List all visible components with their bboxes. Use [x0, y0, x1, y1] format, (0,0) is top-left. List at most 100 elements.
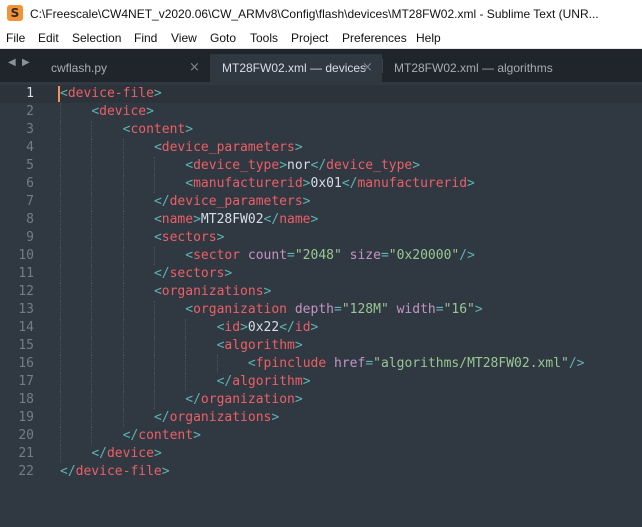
window-title: C:\Freescale\CW4NET_v2020.06\CW_ARMv8\Co…	[30, 7, 599, 21]
code-token: name	[279, 212, 311, 227]
code-line[interactable]: 6 <manufacturerid>0x01</manufacturerid>	[0, 175, 642, 193]
forward-arrow-icon[interactable]: ▶	[22, 57, 30, 68]
menu-edit[interactable]: Edit	[38, 31, 59, 45]
title-bar: S C:\Freescale\CW4NET_v2020.06\CW_ARMv8\…	[0, 0, 642, 28]
line-number: 12	[18, 284, 34, 299]
code-token: </	[153, 410, 170, 425]
code-line[interactable]: 17 </algorithm>	[0, 373, 642, 391]
line-number: 2	[26, 104, 34, 119]
indent-guide	[60, 355, 62, 373]
close-icon[interactable]: ×	[189, 60, 200, 75]
indent-guide	[91, 283, 93, 301]
indent-guide	[60, 265, 62, 283]
code-line[interactable]: 4 <device_parameters>	[0, 139, 642, 157]
code-token: algorithm	[232, 374, 303, 389]
code-line[interactable]: 11 </sectors>	[0, 265, 642, 283]
code-line[interactable]: 8 <name>MT28FW02</name>	[0, 211, 642, 229]
code-token: content	[138, 428, 194, 443]
code-token: <	[185, 176, 194, 191]
code-line[interactable]: 5 <device_type>nor</device_type>	[0, 157, 642, 175]
line-number: 6	[26, 176, 34, 191]
menu-view[interactable]: View	[171, 31, 197, 45]
menu-project[interactable]: Project	[291, 31, 328, 45]
indent-guide	[60, 175, 62, 193]
indent-guide	[153, 247, 156, 265]
indent-guide	[153, 301, 156, 319]
code-token: "128M"	[341, 302, 389, 317]
indent-guide	[122, 355, 125, 373]
code-text: <manufacturerid>0x01</manufacturerid>	[185, 175, 475, 193]
code-text: </device-file>	[60, 463, 170, 481]
code-token: >	[153, 86, 162, 101]
code-line[interactable]: 20 </content>	[0, 427, 642, 445]
tab-cwflash[interactable]: cwflash.py ×	[37, 54, 210, 82]
code-line[interactable]: 3 <content>	[0, 121, 642, 139]
indent-guide	[91, 229, 93, 247]
code-token: width	[396, 302, 436, 317]
code-line[interactable]: 15 <algorithm>	[0, 337, 642, 355]
code-line[interactable]: 21 </device>	[0, 445, 642, 463]
indent-guide	[91, 301, 93, 319]
menu-help[interactable]: Help	[416, 31, 441, 45]
code-line[interactable]: 1 <device-file>	[0, 85, 642, 103]
tab-algorithms[interactable]: MT28FW02.xml — algorithms	[382, 54, 562, 82]
indent-guide	[60, 229, 62, 247]
code-line[interactable]: 2 <device>	[0, 103, 642, 121]
code-line[interactable]: 19 </organizations>	[0, 409, 642, 427]
code-token: >	[263, 284, 272, 299]
code-token: name	[161, 212, 194, 227]
code-token: size	[349, 248, 381, 263]
code-line[interactable]: 22 </device-file>	[0, 463, 642, 481]
code-token: organization	[200, 392, 295, 407]
code-editor[interactable]: 1 <device-file> 2 <device> 3 <content> 4 <devic…	[0, 82, 642, 527]
indent-guide	[122, 193, 125, 211]
indent-guide	[91, 247, 93, 265]
code-token: "0x20000"	[388, 248, 460, 263]
code-token: device_parameters	[169, 194, 303, 209]
menu-goto[interactable]: Goto	[210, 31, 236, 45]
indent-guide	[60, 319, 62, 337]
code-text: <algorithm>	[217, 337, 303, 355]
code-token: organizations	[161, 284, 264, 299]
code-line[interactable]: 16 <fpinclude href="algorithms/MT28FW02.x…	[0, 355, 642, 373]
code-token: >	[193, 212, 201, 227]
code-line[interactable]: 9 <sectors>	[0, 229, 642, 247]
code-token: >	[310, 320, 319, 335]
code-token: sector	[193, 248, 241, 263]
indent-guide	[60, 391, 62, 409]
line-number: 19	[18, 410, 34, 425]
menu-bar: File Edit Selection Find View Goto Tools…	[0, 28, 642, 49]
code-token: >	[224, 266, 233, 281]
code-token: <	[153, 140, 162, 155]
code-line[interactable]: 13 <organization depth="128M" width="16">	[0, 301, 642, 319]
line-number: 7	[26, 194, 34, 209]
tab-devices[interactable]: MT28FW02.xml — devices ×	[210, 54, 382, 82]
menu-selection[interactable]: Selection	[72, 31, 121, 45]
code-token: >	[474, 302, 483, 317]
close-icon[interactable]: ×	[362, 60, 373, 75]
indent-guide	[153, 391, 156, 409]
back-arrow-icon[interactable]: ◀	[8, 57, 16, 68]
code-text: <fpinclude href="algorithms/MT28FW02.xml…	[248, 355, 585, 373]
menu-find[interactable]: Find	[134, 31, 157, 45]
menu-file[interactable]: File	[6, 31, 25, 45]
code-text: </organizations>	[154, 409, 279, 427]
code-token: </	[263, 212, 280, 227]
menu-preferences[interactable]: Preferences	[342, 31, 407, 45]
code-line[interactable]: 18 </organization>	[0, 391, 642, 409]
code-token: algorithm	[224, 338, 295, 353]
indent-guide	[122, 337, 125, 355]
code-text: <organization depth="128M" width="16">	[185, 301, 482, 319]
menu-tools[interactable]: Tools	[250, 31, 278, 45]
indent-guide	[122, 301, 125, 319]
code-line[interactable]: 10 <sector count="2048" size="0x20000"/>	[0, 247, 642, 265]
code-text: </organization>	[185, 391, 302, 409]
code-line[interactable]: 12 <organizations>	[0, 283, 642, 301]
code-token: >	[412, 158, 421, 173]
code-token: sectors	[169, 266, 225, 281]
indent-guide	[122, 319, 125, 337]
code-line[interactable]: 14 <id>0x22</id>	[0, 319, 642, 337]
code-text: <sectors>	[154, 229, 224, 247]
code-line[interactable]: 7 </device_parameters>	[0, 193, 642, 211]
